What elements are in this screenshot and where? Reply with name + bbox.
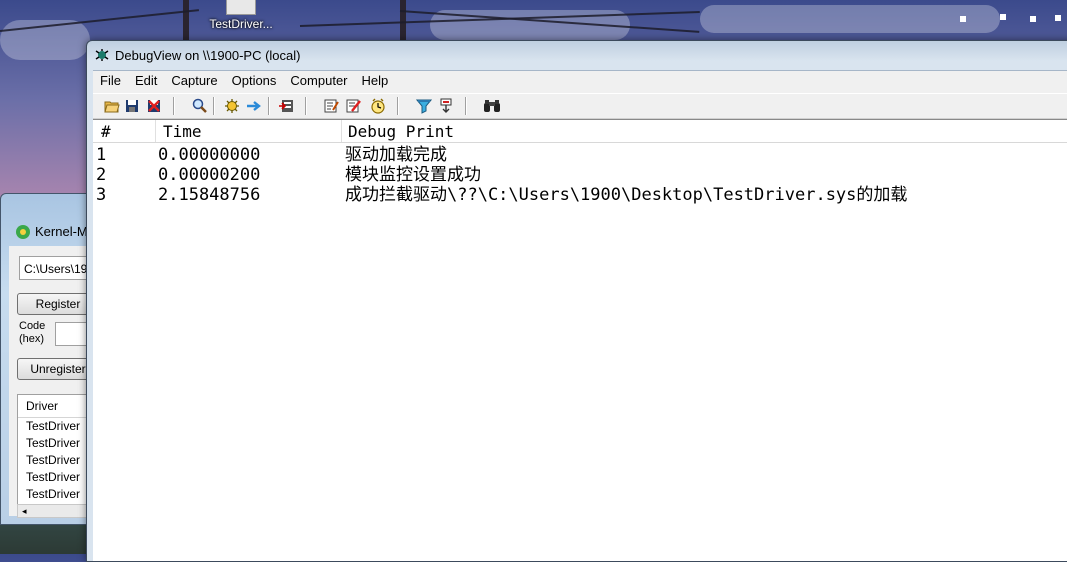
column-header-time[interactable]: Time (163, 122, 202, 141)
column-divider[interactable] (155, 120, 156, 142)
row-time: 2.15848756 (158, 185, 261, 205)
menu-edit[interactable]: Edit (128, 71, 164, 91)
menu-options[interactable]: Options (225, 71, 284, 91)
search-binoculars-icon[interactable] (483, 97, 501, 115)
toolbar-separator (465, 97, 467, 115)
save-icon[interactable] (123, 97, 141, 115)
code-label-line1: Code (19, 320, 46, 332)
row-debug-text: 模块监控设置成功 (345, 165, 481, 185)
clear-icon[interactable] (145, 97, 163, 115)
column-header-row: # Time Debug Print (93, 120, 1067, 143)
open-icon[interactable] (103, 97, 121, 115)
debugview-client: File Edit Capture Options Computer Help (93, 70, 1067, 561)
row-debug-text: 驱动加载完成 (345, 145, 447, 165)
desktop-icon-testdriver[interactable]: TestDriver... (203, 0, 279, 31)
toolbar-separator (305, 97, 307, 115)
menu-capture[interactable]: Capture (164, 71, 224, 91)
window-title: DebugView on \\1900-PC (local) (115, 48, 301, 63)
table-row[interactable]: 2 0.00000200 模块监控设置成功 (93, 165, 1067, 185)
autoscroll-icon[interactable] (245, 97, 263, 115)
row-number: 1 (96, 145, 107, 165)
toolbar (93, 93, 1067, 119)
log-list[interactable]: # Time Debug Print 1 0.00000000 驱动加载完成 2… (93, 119, 1067, 561)
utility-pole (183, 0, 189, 40)
bird (1030, 16, 1036, 22)
log-icon[interactable] (277, 97, 295, 115)
menu-help[interactable]: Help (355, 71, 396, 91)
table-row[interactable]: 3 2.15848756 成功拦截驱动\??\C:\Users\1900\Des… (93, 185, 1067, 205)
column-header-number[interactable]: # (101, 122, 111, 141)
table-row[interactable]: 1 0.00000000 驱动加载完成 (93, 145, 1067, 165)
debugview-window[interactable]: DebugView on \\1900-PC (local) File Edit… (86, 40, 1067, 562)
capture-win32-icon[interactable] (437, 97, 455, 115)
menu-computer[interactable]: Computer (283, 71, 354, 91)
bird (960, 16, 966, 22)
row-number: 2 (96, 165, 107, 185)
file-icon (226, 0, 256, 15)
capture-icon[interactable] (223, 97, 241, 115)
highlight-icon[interactable] (345, 97, 363, 115)
filter-icon[interactable] (323, 97, 341, 115)
row-time: 0.00000000 (158, 145, 261, 165)
toolbar-separator (213, 97, 215, 115)
app-gear-icon (16, 225, 30, 239)
clock-icon[interactable] (369, 97, 387, 115)
bird (1000, 14, 1006, 20)
column-divider[interactable] (341, 120, 342, 142)
toolbar-separator (268, 97, 270, 115)
code-label-line2: (hex) (19, 333, 45, 345)
find-icon[interactable] (191, 97, 209, 115)
toolbar-separator (397, 97, 399, 115)
code-label: Code (hex) (19, 320, 45, 346)
column-header-debug-print[interactable]: Debug Print (348, 122, 454, 141)
debugview-app-icon (95, 49, 109, 61)
cloud (700, 5, 1000, 33)
row-number: 3 (96, 185, 107, 205)
scroll-left-arrow-icon[interactable]: ◂ (22, 507, 27, 517)
capture-kernel-icon[interactable] (415, 97, 433, 115)
utility-pole (400, 0, 406, 40)
bird (1055, 15, 1061, 21)
title-bar[interactable]: DebugView on \\1900-PC (local) (87, 41, 1067, 69)
desktop-icon-label: TestDriver... (209, 17, 273, 31)
window-title: Kernel-M (35, 224, 88, 239)
row-time: 0.00000200 (158, 165, 261, 185)
menu-file[interactable]: File (93, 71, 128, 91)
toolbar-separator (173, 97, 175, 115)
row-debug-text: 成功拦截驱动\??\C:\Users\1900\Desktop\TestDriv… (345, 185, 908, 205)
menu-bar: File Edit Capture Options Computer Help (93, 71, 1067, 91)
